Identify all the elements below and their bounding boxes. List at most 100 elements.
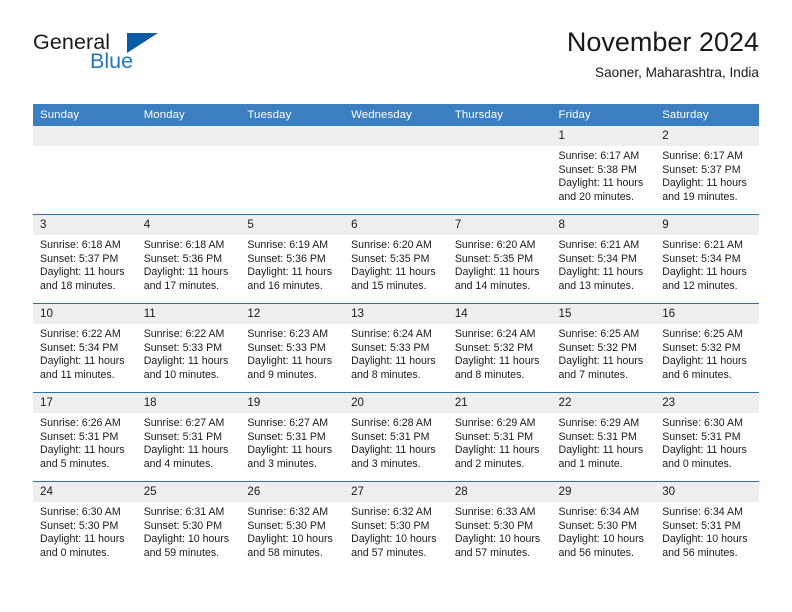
day-cell[interactable]: 21 Sunrise: 6:29 AM Sunset: 5:31 PM Dayligh… bbox=[447, 392, 552, 482]
day-number: 5 bbox=[240, 215, 345, 235]
day-cell[interactable]: 14 Sunrise: 6:24 AM Sunset: 5:32 PM Dayligh… bbox=[447, 303, 552, 393]
day-number: 15 bbox=[551, 304, 656, 324]
sunset-text: Sunset: 5:38 PM bbox=[558, 163, 637, 176]
calendar-week-row: 10 Sunrise: 6:22 AM Sunset: 5:34 PM Dayligh… bbox=[33, 303, 759, 393]
day-cell[interactable]: 18 Sunrise: 6:27 AM Sunset: 5:31 PM Dayligh… bbox=[136, 392, 241, 482]
day-cell[interactable]: 6 Sunrise: 6:20 AM Sunset: 5:35 PM Daylight… bbox=[344, 214, 448, 304]
day-number: 10 bbox=[33, 304, 137, 324]
day-info: Sunrise: 6:24 AM Sunset: 5:32 PM Daylight:… bbox=[448, 324, 552, 382]
day-cell[interactable]: 5 Sunrise: 6:19 AM Sunset: 5:36 PM Daylight… bbox=[240, 214, 345, 304]
day-cell[interactable]: 7 Sunrise: 6:20 AM Sunset: 5:35 PM Daylight… bbox=[447, 214, 552, 304]
day-number: 8 bbox=[551, 215, 656, 235]
day-cell[interactable]: 4 Sunrise: 6:18 AM Sunset: 5:36 PM Daylight… bbox=[136, 214, 241, 304]
sunset-text: Sunset: 5:31 PM bbox=[662, 519, 741, 532]
sunset-text: Sunset: 5:33 PM bbox=[351, 341, 430, 354]
brand-logo[interactable]: General Blue bbox=[33, 30, 253, 86]
sunset-text: Sunset: 5:32 PM bbox=[662, 341, 741, 354]
sunrise-text: Sunrise: 6:29 AM bbox=[454, 417, 536, 429]
weekday-header-thursday: Thursday bbox=[447, 104, 552, 126]
daylight-text-line1: Daylight: 11 hours bbox=[454, 266, 540, 279]
daylight-text-line1: Daylight: 11 hours bbox=[247, 444, 333, 457]
day-cell[interactable]: 2 Sunrise: 6:17 AM Sunset: 5:37 PM Daylight… bbox=[655, 126, 759, 215]
sunrise-text: Sunrise: 6:21 AM bbox=[558, 239, 640, 251]
day-number: 7 bbox=[447, 215, 552, 235]
sunrise-text: Sunrise: 6:18 AM bbox=[143, 239, 225, 251]
daylight-text-line1: Daylight: 11 hours bbox=[247, 355, 333, 368]
sunset-text: Sunset: 5:33 PM bbox=[143, 341, 223, 354]
day-cell[interactable]: 24 Sunrise: 6:30 AM Sunset: 5:30 PM Dayligh… bbox=[33, 481, 137, 570]
day-cell[interactable]: 16 Sunrise: 6:25 AM Sunset: 5:32 PM Dayligh… bbox=[655, 303, 759, 393]
daylight-text-line2: and 0 minutes. bbox=[662, 457, 732, 470]
day-info: Sunrise: 6:19 AM Sunset: 5:36 PM Daylight:… bbox=[240, 235, 344, 293]
daylight-text-line2: and 14 minutes. bbox=[454, 279, 531, 292]
sunrise-text: Sunrise: 6:25 AM bbox=[558, 328, 640, 340]
day-cell[interactable]: 13 Sunrise: 6:24 AM Sunset: 5:33 PM Dayligh… bbox=[344, 303, 448, 393]
day-number: 14 bbox=[447, 304, 552, 324]
sunset-text: Sunset: 5:36 PM bbox=[247, 252, 326, 265]
day-number: 28 bbox=[447, 482, 552, 502]
sunrise-text: Sunrise: 6:21 AM bbox=[662, 239, 743, 251]
day-number: 26 bbox=[240, 482, 345, 502]
day-cell[interactable]: 12 Sunrise: 6:23 AM Sunset: 5:33 PM Dayligh… bbox=[240, 303, 345, 393]
sunset-text: Sunset: 5:32 PM bbox=[454, 341, 534, 354]
sunset-text: Sunset: 5:30 PM bbox=[351, 519, 430, 532]
day-cell[interactable]: 25 Sunrise: 6:31 AM Sunset: 5:30 PM Dayligh… bbox=[136, 481, 241, 570]
day-number: 9 bbox=[655, 215, 759, 235]
day-cell[interactable]: 20 Sunrise: 6:28 AM Sunset: 5:31 PM Dayligh… bbox=[344, 392, 448, 482]
daylight-text-line1: Daylight: 11 hours bbox=[351, 355, 436, 368]
day-cell[interactable]: 17 Sunrise: 6:26 AM Sunset: 5:31 PM Dayligh… bbox=[33, 392, 137, 482]
sunrise-text: Sunrise: 6:24 AM bbox=[454, 328, 536, 340]
weekday-header-tuesday: Tuesday bbox=[240, 104, 345, 126]
sunrise-text: Sunrise: 6:32 AM bbox=[351, 506, 432, 518]
day-cell[interactable]: 23 Sunrise: 6:30 AM Sunset: 5:31 PM Dayligh… bbox=[655, 392, 759, 482]
day-cell[interactable]: 10 Sunrise: 6:22 AM Sunset: 5:34 PM Dayligh… bbox=[33, 303, 137, 393]
day-info: Sunrise: 6:18 AM Sunset: 5:37 PM Daylight:… bbox=[33, 235, 137, 293]
daylight-text-line1: Daylight: 11 hours bbox=[662, 444, 747, 457]
calendar-header-row: Sunday Monday Tuesday Wednesday Thursday Frid… bbox=[33, 104, 759, 126]
day-cell[interactable]: 29 Sunrise: 6:34 AM Sunset: 5:30 PM Dayligh… bbox=[551, 481, 656, 570]
sunrise-text: Sunrise: 6:25 AM bbox=[662, 328, 743, 340]
day-cell[interactable]: 22 Sunrise: 6:29 AM Sunset: 5:31 PM Dayligh… bbox=[551, 392, 656, 482]
daylight-text-line2: and 57 minutes. bbox=[454, 546, 531, 559]
sunrise-text: Sunrise: 6:24 AM bbox=[351, 328, 432, 340]
day-number bbox=[240, 126, 345, 146]
day-cell[interactable]: 27 Sunrise: 6:32 AM Sunset: 5:30 PM Dayligh… bbox=[344, 481, 448, 570]
daylight-text-line2: and 2 minutes. bbox=[454, 457, 525, 470]
day-info: Sunrise: 6:34 AM Sunset: 5:31 PM Daylight:… bbox=[655, 502, 759, 560]
sunrise-text: Sunrise: 6:19 AM bbox=[247, 239, 329, 251]
day-number: 2 bbox=[655, 126, 759, 146]
sunset-text: Sunset: 5:31 PM bbox=[40, 430, 119, 443]
sunset-text: Sunset: 5:31 PM bbox=[454, 430, 534, 443]
sunrise-text: Sunrise: 6:26 AM bbox=[40, 417, 121, 429]
day-cell[interactable]: 19 Sunrise: 6:27 AM Sunset: 5:31 PM Dayligh… bbox=[240, 392, 345, 482]
daylight-text-line2: and 19 minutes. bbox=[662, 190, 738, 203]
daylight-text-line1: Daylight: 11 hours bbox=[454, 444, 540, 457]
day-cell[interactable]: 1 Sunrise: 6:17 AM Sunset: 5:38 PM Daylight… bbox=[551, 126, 656, 215]
day-cell[interactable]: 28 Sunrise: 6:33 AM Sunset: 5:30 PM Dayligh… bbox=[447, 481, 552, 570]
day-number: 11 bbox=[136, 304, 241, 324]
daylight-text-line2: and 7 minutes. bbox=[558, 368, 629, 381]
day-cell-empty bbox=[344, 126, 448, 215]
day-cell[interactable]: 15 Sunrise: 6:25 AM Sunset: 5:32 PM Dayligh… bbox=[551, 303, 656, 393]
day-number bbox=[136, 126, 241, 146]
day-info: Sunrise: 6:22 AM Sunset: 5:34 PM Daylight:… bbox=[33, 324, 137, 382]
day-cell[interactable]: 30 Sunrise: 6:34 AM Sunset: 5:31 PM Dayligh… bbox=[655, 481, 759, 570]
daylight-text-line2: and 20 minutes. bbox=[558, 190, 634, 203]
calendar-table: Sunday Monday Tuesday Wednesday Thursday Frid… bbox=[33, 104, 759, 570]
day-cell[interactable]: 9 Sunrise: 6:21 AM Sunset: 5:34 PM Daylight… bbox=[655, 214, 759, 304]
day-number: 13 bbox=[344, 304, 448, 324]
day-number: 20 bbox=[344, 393, 448, 413]
day-cell[interactable]: 3 Sunrise: 6:18 AM Sunset: 5:37 PM Daylight… bbox=[33, 214, 137, 304]
day-info: Sunrise: 6:27 AM Sunset: 5:31 PM Daylight:… bbox=[240, 413, 344, 471]
daylight-text-line2: and 11 minutes. bbox=[40, 368, 115, 381]
day-cell[interactable]: 11 Sunrise: 6:22 AM Sunset: 5:33 PM Dayligh… bbox=[136, 303, 241, 393]
day-cell[interactable]: 26 Sunrise: 6:32 AM Sunset: 5:30 PM Dayligh… bbox=[240, 481, 345, 570]
sunset-text: Sunset: 5:34 PM bbox=[662, 252, 741, 265]
daylight-text-line1: Daylight: 11 hours bbox=[454, 355, 540, 368]
sunrise-text: Sunrise: 6:22 AM bbox=[143, 328, 225, 340]
daylight-text-line1: Daylight: 10 hours bbox=[558, 533, 644, 546]
day-cell[interactable]: 8 Sunrise: 6:21 AM Sunset: 5:34 PM Daylight… bbox=[551, 214, 656, 304]
day-number: 18 bbox=[136, 393, 241, 413]
daylight-text-line2: and 17 minutes. bbox=[143, 279, 220, 292]
title-block: November 2024 Saoner, Maharashtra, India bbox=[567, 26, 759, 83]
